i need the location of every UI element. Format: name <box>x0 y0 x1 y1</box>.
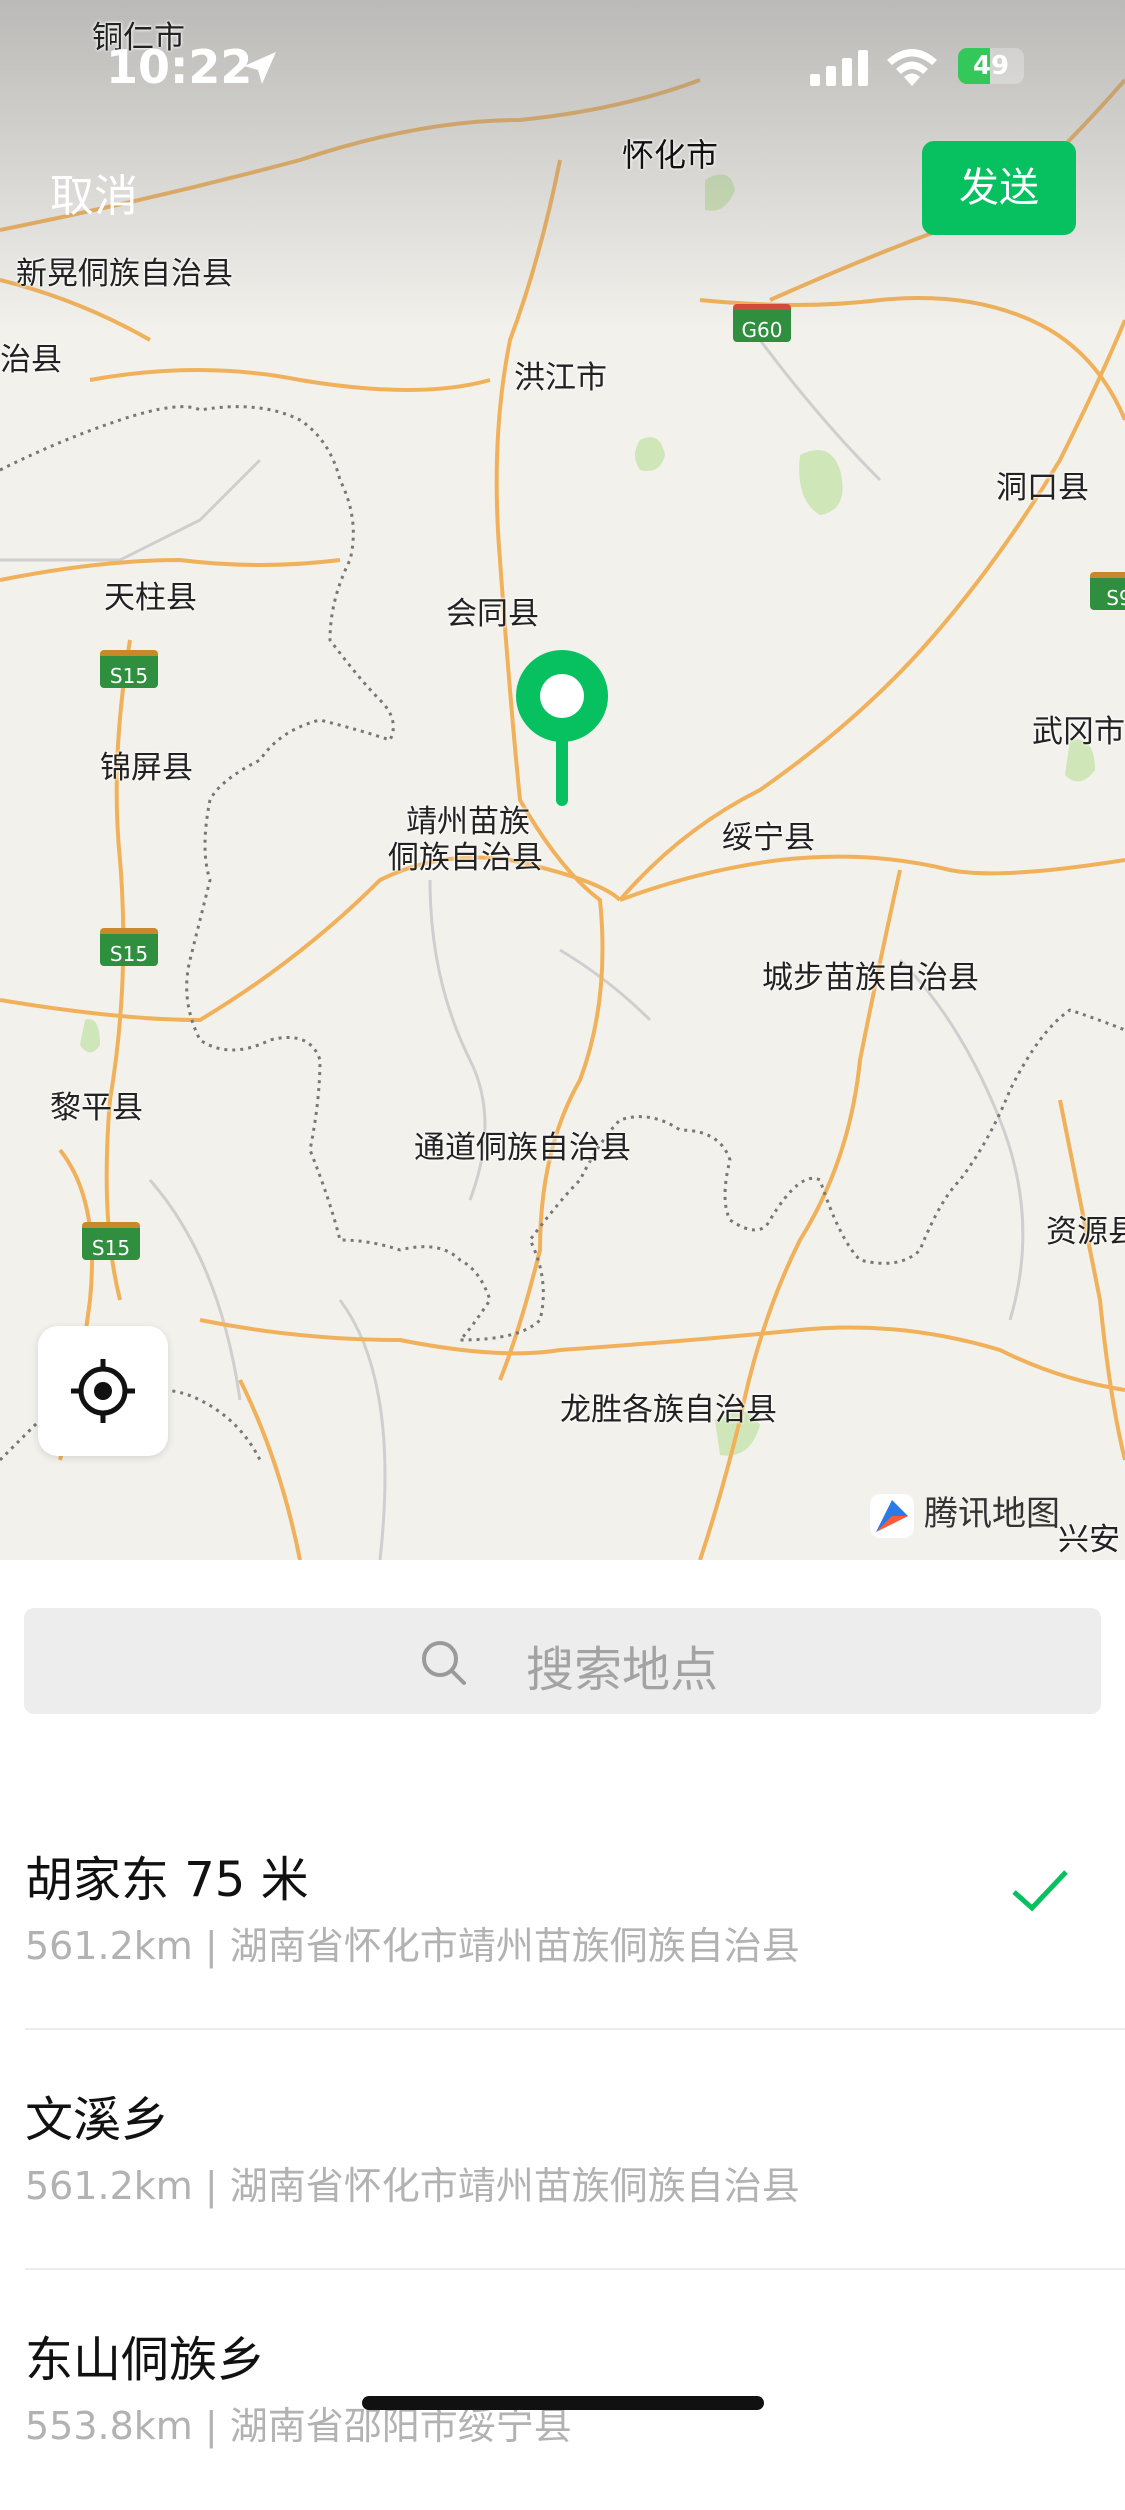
my-location-button[interactable] <box>38 1326 168 1456</box>
map-label-huitong: 会同县 <box>446 596 539 632</box>
send-button[interactable]: 发送 <box>922 141 1076 235</box>
cancel-button[interactable]: 取消 <box>50 160 138 224</box>
map-label-ziyuan: 资源县 <box>1046 1214 1125 1250</box>
checkmark-icon <box>1012 1870 1068 1912</box>
home-indicator[interactable] <box>362 2396 764 2410</box>
wifi-icon <box>887 49 937 86</box>
highway-shield-g60: G60 <box>733 304 791 342</box>
tencent-map-logo-icon <box>870 1493 914 1538</box>
status-bar: 10:22 49 <box>0 40 1125 100</box>
map-label-longsheng: 龙胜各族自治县 <box>560 1392 777 1428</box>
search-placeholder: 搜索地点 <box>526 1642 719 1698</box>
location-arrow-icon <box>244 52 276 84</box>
list-item[interactable]: 文溪乡 561.2km | 湖南省怀化市靖州苗族侗族自治县 <box>0 2030 1125 2270</box>
search-icon <box>422 1641 466 1685</box>
map-label-liping: 黎平县 <box>50 1090 143 1126</box>
status-time: 10:22 <box>106 40 253 94</box>
list-item[interactable]: 胡家东 75 米 561.2km | 湖南省怀化市靖州苗族侗族自治县 <box>0 1790 1125 2030</box>
map-label-huaihua: 怀化市 <box>622 136 719 174</box>
map-label-tianzhu: 天柱县 <box>104 580 197 616</box>
battery-percent: 49 <box>972 51 1010 81</box>
battery-indicator: 49 <box>958 48 1024 84</box>
map-label-jingzhou-line2: 侗族自治县 <box>388 840 543 876</box>
map-label-chengbu: 城步苗族自治县 <box>762 960 979 996</box>
cellular-signal-icon <box>810 50 868 86</box>
map-label-suining: 绥宁县 <box>722 820 815 856</box>
highway-shield-s15: S15 <box>82 1222 140 1260</box>
map-label-xinhuang: 新晃侗族自治县 <box>16 256 233 292</box>
highway-shield-s9: S9 <box>1090 572 1125 610</box>
place-name: 胡家东 75 米 <box>25 1852 309 1908</box>
map-label-tongdao: 通道侗族自治县 <box>414 1130 631 1166</box>
map-label-wugang: 武冈市 <box>1032 714 1125 750</box>
crosshair-icon <box>71 1359 135 1423</box>
place-address: 561.2km | 湖南省怀化市靖州苗族侗族自治县 <box>25 2164 800 2208</box>
place-name: 东山侗族乡 <box>25 2332 266 2388</box>
location-results-sheet: 搜索地点 胡家东 75 米 561.2km | 湖南省怀化市靖州苗族侗族自治县 … <box>0 1560 1125 2448</box>
highway-shield-s15: S15 <box>100 650 158 688</box>
search-input[interactable]: 搜索地点 <box>24 1608 1101 1714</box>
map-label-hongjiang: 洪江市 <box>514 360 607 396</box>
highway-shield-s15: S15 <box>100 928 158 966</box>
map-watermark: 腾讯地图 <box>868 1486 1060 1540</box>
map-label-xingan: 兴安 <box>1058 1522 1120 1558</box>
map-label-jinping: 锦屏县 <box>100 750 193 786</box>
map-label-dongkou: 洞口县 <box>996 470 1089 506</box>
place-address: 561.2km | 湖南省怀化市靖州苗族侗族自治县 <box>25 1924 800 1968</box>
location-pin-icon[interactable] <box>512 646 612 806</box>
map-label-zhixian: 治县 <box>0 342 62 378</box>
list-item[interactable]: 东山侗族乡 553.8km | 湖南省邵阳市绥宁县 <box>0 2270 1125 2510</box>
place-name: 文溪乡 <box>25 2092 170 2148</box>
